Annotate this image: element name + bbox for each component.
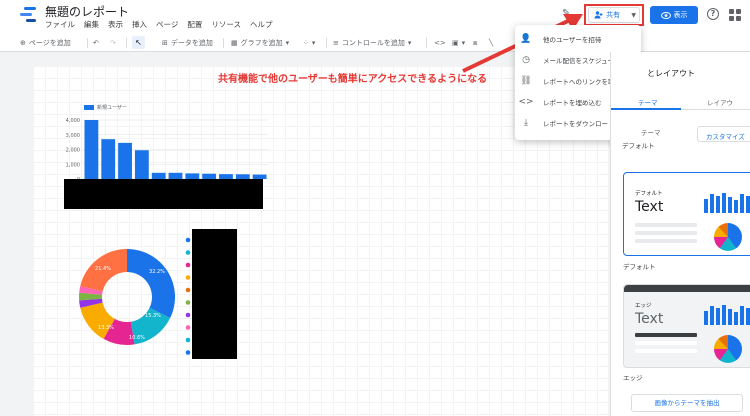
chevron-down-icon[interactable]: ▼ bbox=[631, 12, 636, 19]
add-circle-icon: ⊕ bbox=[20, 39, 26, 47]
undo-icon: ↶ bbox=[93, 39, 99, 47]
extract-theme-button[interactable]: 画像からテーマを抽出 bbox=[631, 394, 743, 412]
legend-dot bbox=[185, 287, 191, 293]
community-viz-button[interactable]: ⁘ ▾ bbox=[303, 37, 315, 49]
bar-chart[interactable]: 01,0002,0003,0004,000 bbox=[58, 110, 273, 185]
report-title[interactable]: 無題のレポート bbox=[45, 3, 129, 20]
chart-add-icon: ▦ bbox=[231, 39, 238, 47]
link-icon: ⛓ bbox=[520, 76, 532, 86]
add-control-button[interactable]: ≡ コントロールを追加 ▾ bbox=[333, 37, 411, 49]
view-label: 表示 bbox=[673, 11, 688, 19]
panel-tabs: テーマ レイアウ bbox=[611, 88, 750, 110]
person-add-icon: 👤 bbox=[520, 34, 532, 44]
database-add-icon: ⊞ bbox=[162, 39, 168, 47]
current-theme-name: デフォルト bbox=[622, 142, 655, 150]
menu-view[interactable]: 表示 bbox=[108, 19, 123, 30]
redo-icon: ↷ bbox=[110, 39, 116, 47]
chevron-down-icon: ▾ bbox=[311, 39, 316, 47]
legend-dot bbox=[185, 312, 191, 318]
menu-arrange[interactable]: 配置 bbox=[187, 19, 202, 30]
chevron-down-icon: ▾ bbox=[407, 39, 412, 47]
bar[interactable] bbox=[101, 139, 116, 179]
select-tool-icon[interactable]: ↖ bbox=[132, 36, 145, 49]
y-tick-label: 4,000 bbox=[66, 118, 80, 124]
slice-label: 10.6% bbox=[129, 335, 145, 341]
embed-url-button[interactable]: <> bbox=[434, 37, 446, 49]
schedule-icon: ◷ bbox=[522, 55, 530, 65]
redacted-table bbox=[64, 179, 263, 209]
current-theme-heading: テーマ bbox=[641, 129, 661, 137]
theme-label-edge: エッジ bbox=[623, 374, 643, 382]
annotation-text: 共有機能で他のユーザーも簡単にアクセスできるようになる bbox=[218, 74, 488, 85]
menu-insert[interactable]: 挿入 bbox=[132, 19, 147, 30]
legend-dot bbox=[185, 350, 191, 355]
slice-label: 32.2% bbox=[149, 269, 165, 275]
legend-dot bbox=[185, 300, 191, 305]
legend-dot bbox=[185, 275, 191, 280]
theme-label-default: デフォルト bbox=[623, 263, 656, 271]
theme-card-edge[interactable]: エッジ Text bbox=[623, 284, 750, 368]
viz-grid-icon: ⁘ bbox=[303, 39, 309, 47]
panel-title: とレイアウト bbox=[647, 69, 695, 78]
y-tick-label: 1,000 bbox=[66, 162, 80, 168]
filter-icon: ≡ bbox=[333, 39, 339, 47]
mini-pie-chart bbox=[714, 223, 742, 251]
bar[interactable] bbox=[134, 150, 149, 179]
add-chart-button[interactable]: ▦ グラフを追加 ▾ bbox=[231, 37, 289, 49]
slice-label: 21.4% bbox=[95, 266, 111, 272]
donut-chart[interactable]: 32.2% 15.3% 10.6% 13.3% 21.4% bbox=[75, 245, 185, 355]
menu-help[interactable]: ヘルプ bbox=[250, 19, 273, 30]
person-add-icon bbox=[594, 11, 603, 19]
add-page-button[interactable]: ⊕ ページを追加 bbox=[20, 37, 71, 49]
legend-dot bbox=[185, 325, 191, 330]
looker-studio-logo[interactable] bbox=[20, 6, 36, 22]
y-tick-label: 3,000 bbox=[66, 133, 80, 139]
menu-bar: ファイル 編集 表示 挿入 ページ 配置 リソース ヘルプ bbox=[45, 19, 272, 30]
eye-icon bbox=[660, 11, 671, 19]
menu-edit[interactable]: 編集 bbox=[84, 19, 99, 30]
legend-dot bbox=[185, 337, 191, 343]
menu-item-invite[interactable]: 👤 他のユーザーを招待 bbox=[515, 29, 641, 49]
apps-grid-icon[interactable] bbox=[729, 9, 741, 21]
help-icon[interactable]: ? bbox=[707, 8, 719, 20]
tab-layout[interactable]: レイアウ bbox=[707, 97, 733, 107]
slice-label: 15.3% bbox=[145, 313, 161, 319]
customize-button[interactable]: カスタマイズ bbox=[697, 126, 750, 142]
view-button[interactable]: 表示 bbox=[650, 6, 698, 24]
chevron-down-icon: ▾ bbox=[285, 39, 290, 47]
redacted-legend bbox=[192, 229, 237, 359]
menu-file[interactable]: ファイル bbox=[45, 19, 75, 30]
legend-dot bbox=[185, 237, 191, 243]
theme-card-default[interactable]: デフォルト Text bbox=[623, 172, 750, 256]
mini-bar-chart bbox=[704, 193, 750, 213]
code-icon: <> bbox=[518, 97, 534, 107]
tab-underline bbox=[611, 108, 681, 110]
menu-page[interactable]: ページ bbox=[156, 19, 178, 30]
y-tick-label: 2,000 bbox=[66, 148, 80, 154]
code-icon: <> bbox=[434, 39, 446, 47]
download-icon: ⤓ bbox=[524, 118, 528, 128]
pie-slice[interactable] bbox=[127, 249, 175, 318]
share-label: 共有 bbox=[606, 11, 620, 19]
tab-theme[interactable]: テーマ bbox=[638, 97, 658, 107]
legend-dot bbox=[185, 262, 191, 268]
bar[interactable] bbox=[84, 120, 99, 179]
bar[interactable] bbox=[118, 142, 132, 179]
theme-layout-panel: とレイアウト テーマ レイアウ テーマ デフォルト カスタマイズ デフォルト T… bbox=[610, 52, 750, 416]
mini-pie-chart bbox=[714, 335, 742, 363]
mini-bar-chart bbox=[704, 305, 750, 325]
share-button[interactable]: 共有 ▼ bbox=[588, 7, 640, 23]
slice-label: 13.3% bbox=[98, 325, 114, 331]
redo-button[interactable]: ↷ bbox=[110, 37, 116, 49]
legend-dot bbox=[185, 250, 191, 255]
undo-button[interactable]: ↶ bbox=[93, 37, 99, 49]
add-data-button[interactable]: ⊞ データを追加 bbox=[162, 37, 213, 49]
menu-resources[interactable]: リソース bbox=[211, 19, 241, 30]
